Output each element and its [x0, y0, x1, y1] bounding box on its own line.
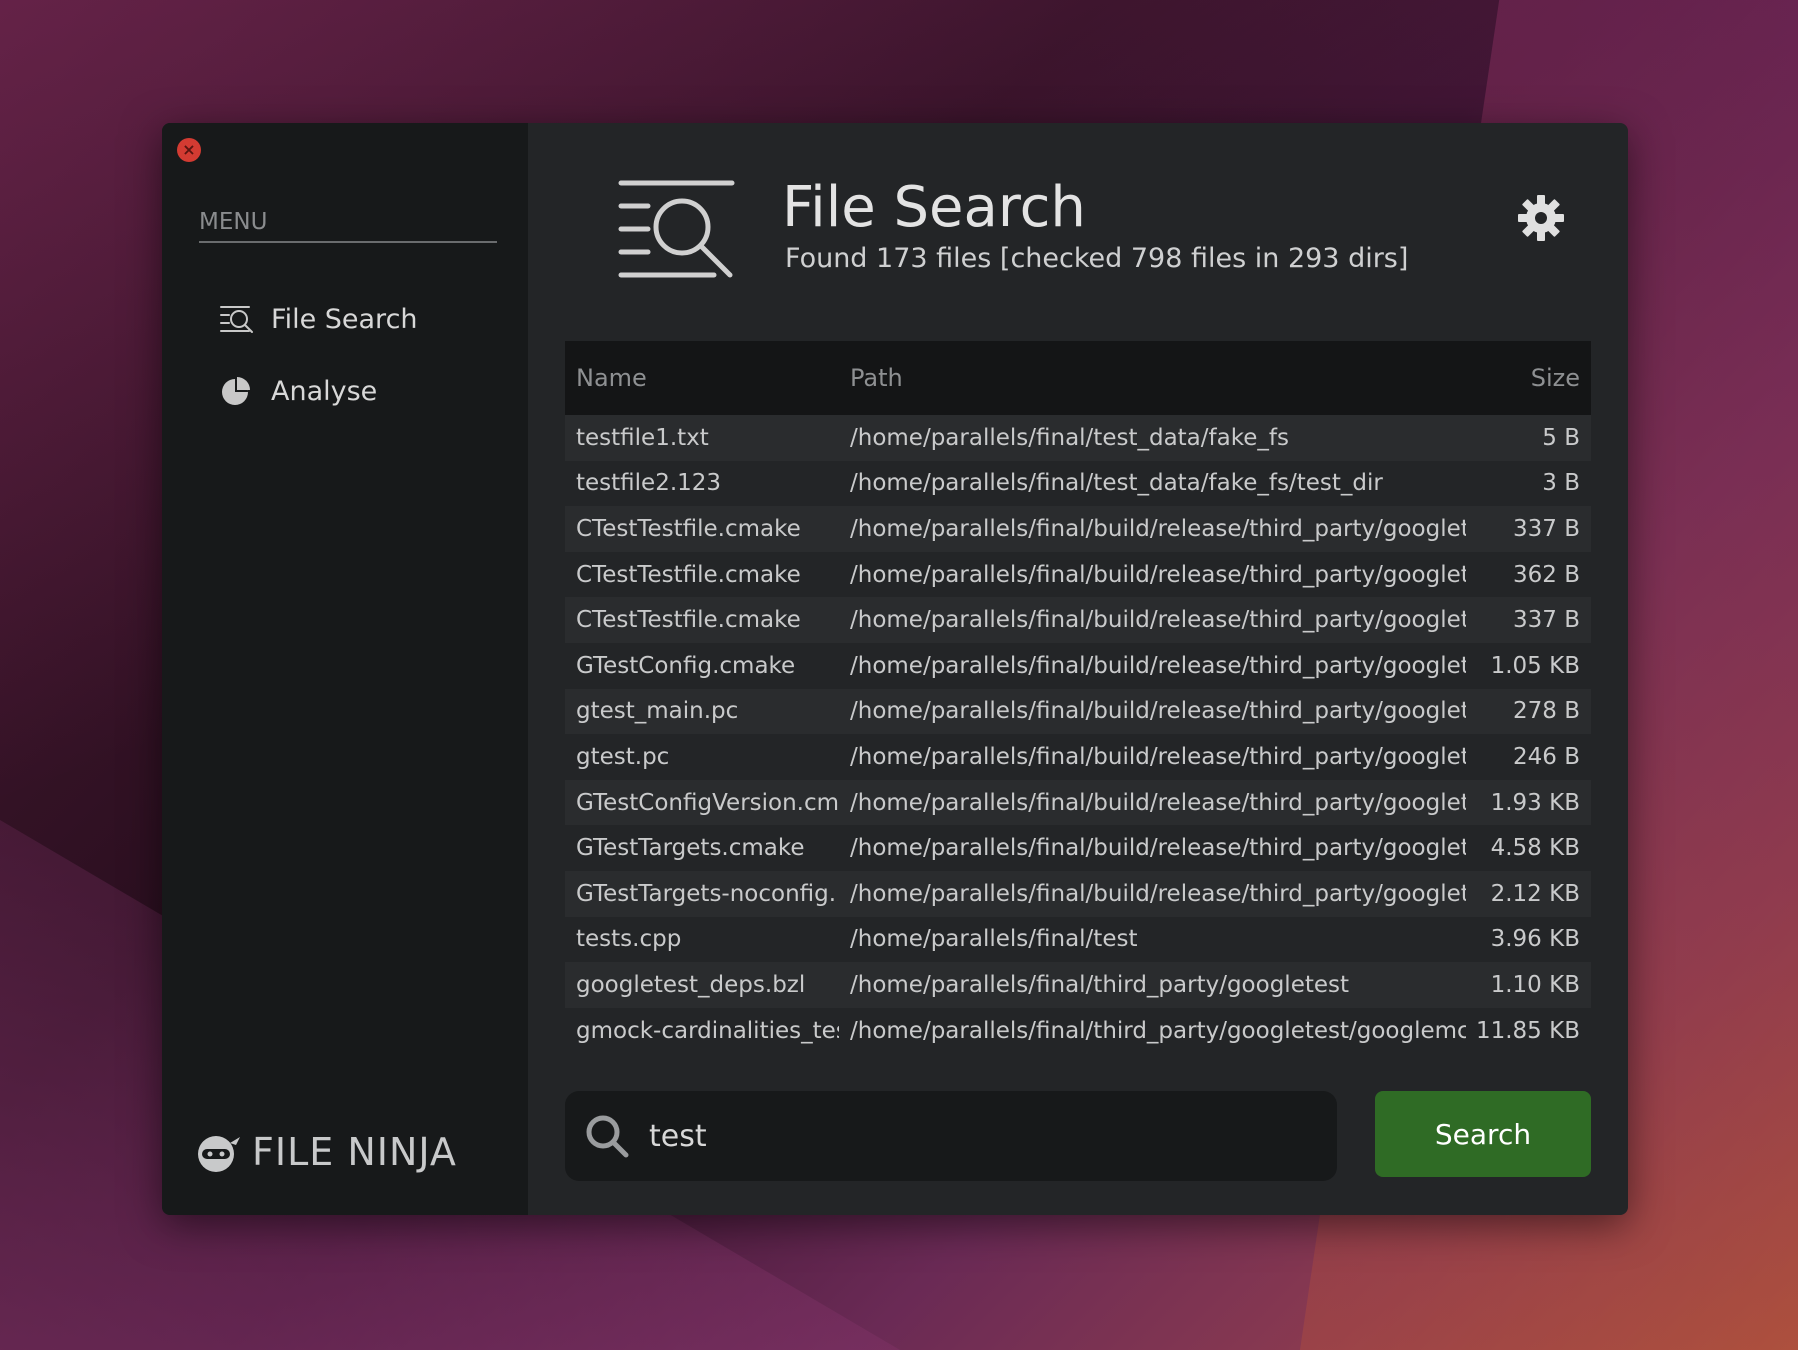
page-title: File Search	[782, 175, 1086, 240]
cell-name: gmock-cardinalities_tes	[576, 1017, 839, 1044]
cell-path: /home/parallels/final/build/release/thir…	[850, 698, 1466, 725]
cell-name: CTestTestfile.cmake	[576, 607, 801, 634]
table-row[interactable]: testfile2.123/home/parallels/final/test_…	[565, 460, 1591, 507]
cell-name: gtest_main.pc	[576, 698, 739, 725]
cell-path: /home/parallels/final/test	[850, 926, 1138, 953]
cell-path: /home/parallels/final/build/release/thir…	[850, 515, 1466, 542]
table-row[interactable]: CTestTestfile.cmake/home/parallels/final…	[565, 551, 1591, 598]
cell-name: gtest.pc	[576, 743, 670, 770]
cell-size: 2.12 KB	[1490, 880, 1580, 907]
search-summary: Found 173 files [checked 798 files in 29…	[785, 243, 1409, 274]
cell-size: 337 B	[1513, 515, 1580, 542]
cell-size: 362 B	[1513, 561, 1580, 588]
table-row[interactable]: GTestConfig.cmake/home/parallels/final/b…	[565, 642, 1591, 689]
search-input[interactable]	[647, 1117, 1311, 1155]
main-panel: File Search Found 173 files [checked 798…	[528, 123, 1628, 1215]
table-body: testfile1.txt/home/parallels/final/test_…	[565, 415, 1591, 1054]
search-button[interactable]: Search	[1375, 1091, 1591, 1177]
file-search-icon	[219, 302, 257, 336]
sidebar-item-label: Analyse	[271, 375, 378, 407]
cell-name: tests.cpp	[576, 926, 682, 953]
logo-text: FILE NINJA	[252, 1130, 457, 1174]
cell-path: /home/parallels/final/test_data/fake_fs	[850, 424, 1289, 451]
app-logo: FILE NINJA	[196, 1130, 457, 1174]
close-button[interactable]: ×	[177, 138, 201, 162]
table-row[interactable]: gtest.pc/home/parallels/final/build/rele…	[565, 734, 1591, 780]
table-row[interactable]: gtest_main.pc/home/parallels/final/build…	[565, 688, 1591, 735]
table-row[interactable]: CTestTestfile.cmake/home/parallels/final…	[565, 506, 1591, 552]
sidebar-item-file-search[interactable]: File Search	[219, 299, 418, 339]
cell-path: /home/parallels/final/build/release/thir…	[850, 607, 1466, 634]
table-row[interactable]: googletest_deps.bzl/home/parallels/final…	[565, 962, 1591, 1008]
cell-name: GTestTargets-noconfig.	[576, 880, 837, 907]
file-search-icon	[618, 179, 738, 283]
cell-size: 4.58 KB	[1490, 835, 1580, 862]
cell-path: /home/parallels/final/build/release/thir…	[850, 880, 1466, 907]
menu-label: MENU	[199, 209, 497, 243]
pie-chart-icon	[219, 374, 257, 408]
cell-size: 278 B	[1513, 698, 1580, 725]
table-row[interactable]: GTestConfigVersion.cm/home/parallels/fin…	[565, 779, 1591, 826]
search-field	[565, 1091, 1337, 1181]
cell-name: testfile1.txt	[576, 424, 709, 451]
cell-size: 3.96 KB	[1490, 926, 1580, 953]
cell-path: /home/parallels/final/build/release/thir…	[850, 652, 1466, 679]
cell-path: /home/parallels/final/build/release/thir…	[850, 835, 1466, 862]
table-row[interactable]: testfile1.txt/home/parallels/final/test_…	[565, 415, 1591, 461]
results-table: Name Path Size testfile1.txt/home/parall…	[565, 341, 1591, 1054]
cell-path: /home/parallels/final/build/release/thir…	[850, 789, 1466, 816]
gear-icon[interactable]	[1516, 193, 1566, 243]
table-header: Name Path Size	[565, 341, 1591, 415]
table-row[interactable]: GTestTargets.cmake/home/parallels/final/…	[565, 825, 1591, 871]
table-row[interactable]: CTestTestfile.cmake/home/parallels/final…	[565, 597, 1591, 643]
sidebar-item-label: File Search	[271, 303, 418, 335]
column-header-name[interactable]: Name	[565, 364, 839, 392]
cell-name: GTestConfig.cmake	[576, 652, 796, 679]
cell-path: /home/parallels/final/build/release/thir…	[850, 743, 1466, 770]
sidebar-item-analyse[interactable]: Analyse	[219, 371, 377, 411]
cell-path: /home/parallels/final/third_party/google…	[850, 1017, 1466, 1044]
cell-size: 337 B	[1513, 607, 1580, 634]
cell-name: CTestTestfile.cmake	[576, 515, 801, 542]
ninja-icon	[196, 1131, 242, 1173]
cell-name: GTestTargets.cmake	[576, 835, 805, 862]
app-window: × MENU File Search Analyse FILE NINJA Fi…	[162, 123, 1628, 1215]
cell-size: 11.85 KB	[1475, 1017, 1580, 1044]
cell-path: /home/parallels/final/build/release/thir…	[850, 561, 1466, 588]
cell-size: 1.93 KB	[1490, 789, 1580, 816]
cell-size: 3 B	[1542, 470, 1580, 497]
cell-name: GTestConfigVersion.cm	[576, 789, 839, 816]
cell-size: 1.05 KB	[1490, 652, 1580, 679]
cell-path: /home/parallels/final/third_party/google…	[850, 971, 1350, 998]
cell-name: testfile2.123	[576, 470, 722, 497]
table-row[interactable]: gmock-cardinalities_tes/home/parallels/f…	[565, 1007, 1591, 1054]
cell-name: googletest_deps.bzl	[576, 971, 806, 998]
sidebar: × MENU File Search Analyse FILE NINJA	[162, 123, 528, 1215]
cell-path: /home/parallels/final/test_data/fake_fs/…	[850, 470, 1383, 497]
cell-size: 1.10 KB	[1490, 971, 1580, 998]
search-icon	[583, 1112, 631, 1160]
cell-name: CTestTestfile.cmake	[576, 561, 801, 588]
cell-size: 5 B	[1542, 424, 1580, 451]
column-header-size[interactable]: Size	[1466, 364, 1591, 392]
column-header-path[interactable]: Path	[839, 364, 1466, 392]
cell-size: 246 B	[1513, 743, 1580, 770]
table-row[interactable]: tests.cpp/home/parallels/final/test 3.96 …	[565, 916, 1591, 963]
table-row[interactable]: GTestTargets-noconfig. /home/parallels/fi…	[565, 870, 1591, 917]
